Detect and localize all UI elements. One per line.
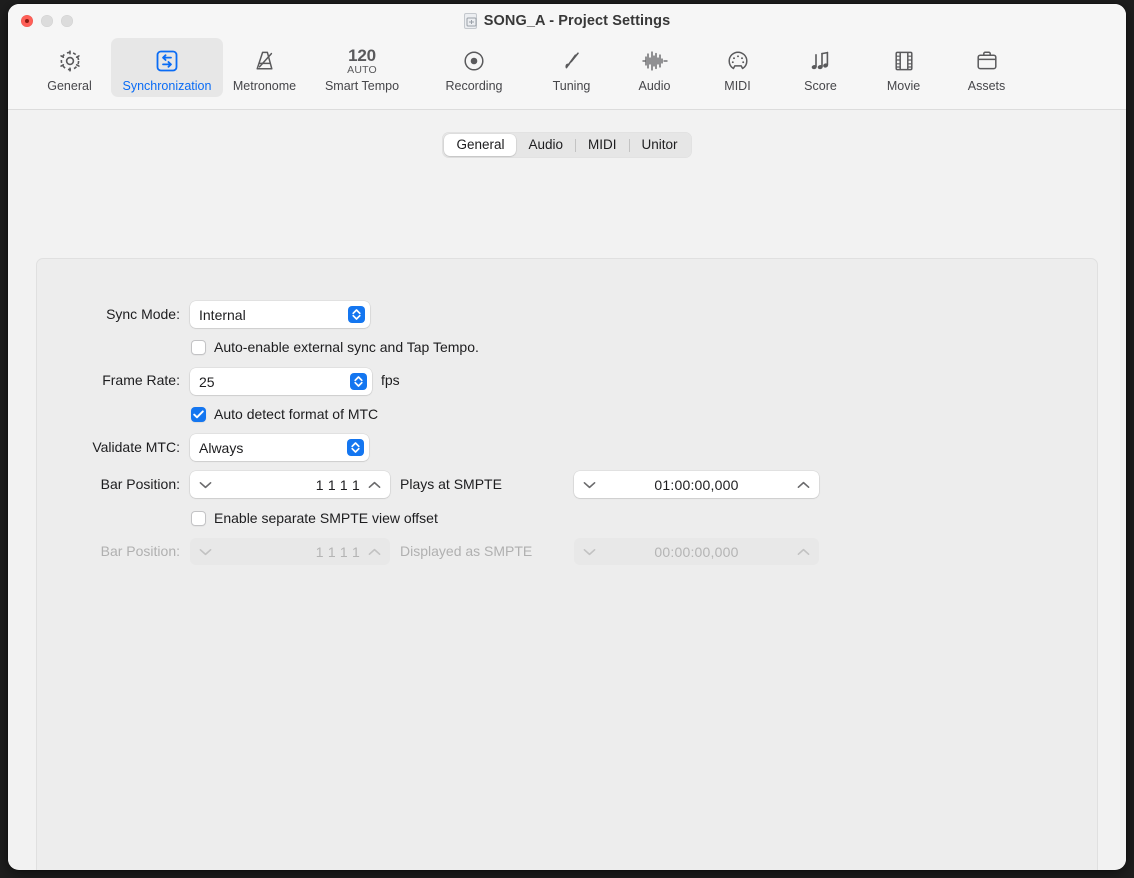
tab-midi[interactable]: MIDI bbox=[576, 134, 629, 156]
tempo-120-auto-icon: 120 AUTO bbox=[347, 44, 377, 78]
briefcase-icon bbox=[974, 44, 1000, 78]
toolbar-label-movie: Movie bbox=[887, 79, 920, 93]
toolbar-item-audio[interactable]: Audio bbox=[613, 38, 696, 97]
plays-at-smpte-label: Plays at SMPTE bbox=[400, 476, 502, 492]
music-notes-icon bbox=[808, 44, 834, 78]
sync-arrows-icon bbox=[154, 44, 180, 78]
validate-mtc-popup[interactable]: Always bbox=[190, 434, 369, 461]
plays-at-smpte-value: 01:00:00,000 bbox=[596, 477, 797, 493]
frame-rate-label: Frame Rate: bbox=[37, 372, 180, 388]
toolbar-label-audio: Audio bbox=[639, 79, 671, 93]
bar-position-plays-value: 1 1 1 1 bbox=[212, 477, 368, 493]
auto-enable-external-checkbox[interactable] bbox=[191, 340, 206, 355]
traffic-light-group bbox=[8, 15, 73, 27]
midi-din-icon bbox=[725, 44, 751, 78]
auto-enable-external-row[interactable]: Auto-enable external sync and Tap Tempo. bbox=[191, 339, 479, 355]
toolbar-item-general[interactable]: General bbox=[28, 38, 111, 97]
bar-position-displayed-stepper: 1 1 1 1 bbox=[190, 538, 390, 565]
chevron-up-down-icon bbox=[347, 439, 364, 456]
auto-enable-external-label: Auto-enable external sync and Tap Tempo. bbox=[214, 339, 479, 355]
toolbar-label-synchronization: Synchronization bbox=[123, 79, 212, 93]
auto-detect-mtc-checkbox[interactable] bbox=[191, 407, 206, 422]
window-title-group: SONG_A - Project Settings bbox=[8, 4, 1126, 38]
frame-rate-popup[interactable]: 25 bbox=[190, 368, 372, 395]
bar-position-plays-label: Bar Position: bbox=[37, 476, 180, 492]
record-circle-icon bbox=[461, 44, 487, 78]
validate-mtc-label: Validate MTC: bbox=[37, 439, 180, 455]
tempo-value-text: 120 bbox=[348, 47, 376, 64]
toolbar-item-midi[interactable]: MIDI bbox=[696, 38, 779, 97]
zoom-button-icon[interactable] bbox=[61, 15, 73, 27]
chevron-up-down-icon bbox=[348, 306, 365, 323]
metronome-icon bbox=[252, 44, 278, 78]
toolbar-label-assets: Assets bbox=[968, 79, 1006, 93]
toolbar-item-assets[interactable]: Assets bbox=[945, 38, 1028, 97]
chevron-up-icon[interactable] bbox=[368, 481, 381, 489]
sync-mode-value: Internal bbox=[190, 307, 348, 323]
gear-icon bbox=[57, 44, 83, 78]
chevron-up-icon[interactable] bbox=[797, 481, 810, 489]
window-title: SONG_A - Project Settings bbox=[484, 13, 670, 29]
film-strip-icon bbox=[891, 44, 917, 78]
toolbar-label-midi: MIDI bbox=[724, 79, 750, 93]
settings-toolbar: General Synchronization bbox=[8, 38, 1126, 110]
bar-position-displayed-label: Bar Position: bbox=[37, 543, 180, 559]
project-settings-window: SONG_A - Project Settings General bbox=[8, 4, 1126, 870]
chevron-up-icon bbox=[797, 548, 810, 556]
tempo-auto-text: AUTO bbox=[347, 65, 377, 76]
frame-rate-value: 25 bbox=[190, 374, 350, 390]
toolbar-item-synchronization[interactable]: Synchronization bbox=[111, 38, 223, 97]
toolbar-item-recording[interactable]: Recording bbox=[418, 38, 530, 97]
sync-tabbar: General Audio MIDI Unitor bbox=[8, 132, 1126, 158]
plays-at-smpte-stepper[interactable]: 01:00:00,000 bbox=[574, 471, 819, 498]
bar-position-plays-stepper[interactable]: 1 1 1 1 bbox=[190, 471, 390, 498]
settings-panel: Sync Mode: Internal Auto-enable external… bbox=[36, 258, 1098, 870]
tab-audio[interactable]: Audio bbox=[516, 134, 575, 156]
window-titlebar[interactable]: SONG_A - Project Settings bbox=[8, 4, 1126, 38]
chevron-down-icon[interactable] bbox=[199, 481, 212, 489]
document-icon bbox=[464, 13, 477, 29]
tab-general[interactable]: General bbox=[444, 134, 516, 156]
tuning-fork-icon bbox=[559, 44, 585, 78]
toolbar-item-tuning[interactable]: Tuning bbox=[530, 38, 613, 97]
sync-mode-popup[interactable]: Internal bbox=[190, 301, 370, 328]
toolbar-item-metronome[interactable]: Metronome bbox=[223, 38, 306, 97]
chevron-down-icon bbox=[199, 548, 212, 556]
minimize-button-icon[interactable] bbox=[41, 15, 53, 27]
close-button-icon[interactable] bbox=[21, 15, 33, 27]
sync-mode-label: Sync Mode: bbox=[37, 306, 180, 322]
screen: SONG_A - Project Settings General bbox=[0, 0, 1134, 878]
toolbar-label-metronome: Metronome bbox=[233, 79, 296, 93]
validate-mtc-value: Always bbox=[190, 440, 347, 456]
settings-body: General Audio MIDI Unitor Sync Mode: Int… bbox=[8, 110, 1126, 869]
waveform-icon bbox=[641, 44, 669, 78]
toolbar-item-smart-tempo[interactable]: 120 AUTO Smart Tempo bbox=[306, 38, 418, 97]
frame-rate-unit: fps bbox=[381, 372, 400, 388]
displayed-as-smpte-stepper: 00:00:00,000 bbox=[574, 538, 819, 565]
toolbar-label-smart-tempo: Smart Tempo bbox=[325, 79, 399, 93]
tab-unitor[interactable]: Unitor bbox=[630, 134, 690, 156]
auto-detect-mtc-label: Auto detect format of MTC bbox=[214, 406, 378, 422]
chevron-up-icon bbox=[368, 548, 381, 556]
displayed-as-smpte-value: 00:00:00,000 bbox=[596, 544, 797, 560]
enable-separate-offset-row[interactable]: Enable separate SMPTE view offset bbox=[191, 510, 438, 526]
chevron-down-icon bbox=[583, 548, 596, 556]
enable-separate-offset-label: Enable separate SMPTE view offset bbox=[214, 510, 438, 526]
toolbar-item-movie[interactable]: Movie bbox=[862, 38, 945, 97]
toolbar-label-general: General bbox=[47, 79, 91, 93]
enable-separate-offset-checkbox[interactable] bbox=[191, 511, 206, 526]
chevron-down-icon[interactable] bbox=[583, 481, 596, 489]
bar-position-displayed-value: 1 1 1 1 bbox=[212, 544, 368, 560]
toolbar-label-tuning: Tuning bbox=[553, 79, 591, 93]
toolbar-label-recording: Recording bbox=[446, 79, 503, 93]
displayed-as-smpte-label: Displayed as SMPTE bbox=[400, 543, 532, 559]
segmented-control: General Audio MIDI Unitor bbox=[442, 132, 691, 158]
auto-detect-mtc-row[interactable]: Auto detect format of MTC bbox=[191, 406, 378, 422]
toolbar-label-score: Score bbox=[804, 79, 837, 93]
toolbar-item-score[interactable]: Score bbox=[779, 38, 862, 97]
chevron-up-down-icon bbox=[350, 373, 367, 390]
